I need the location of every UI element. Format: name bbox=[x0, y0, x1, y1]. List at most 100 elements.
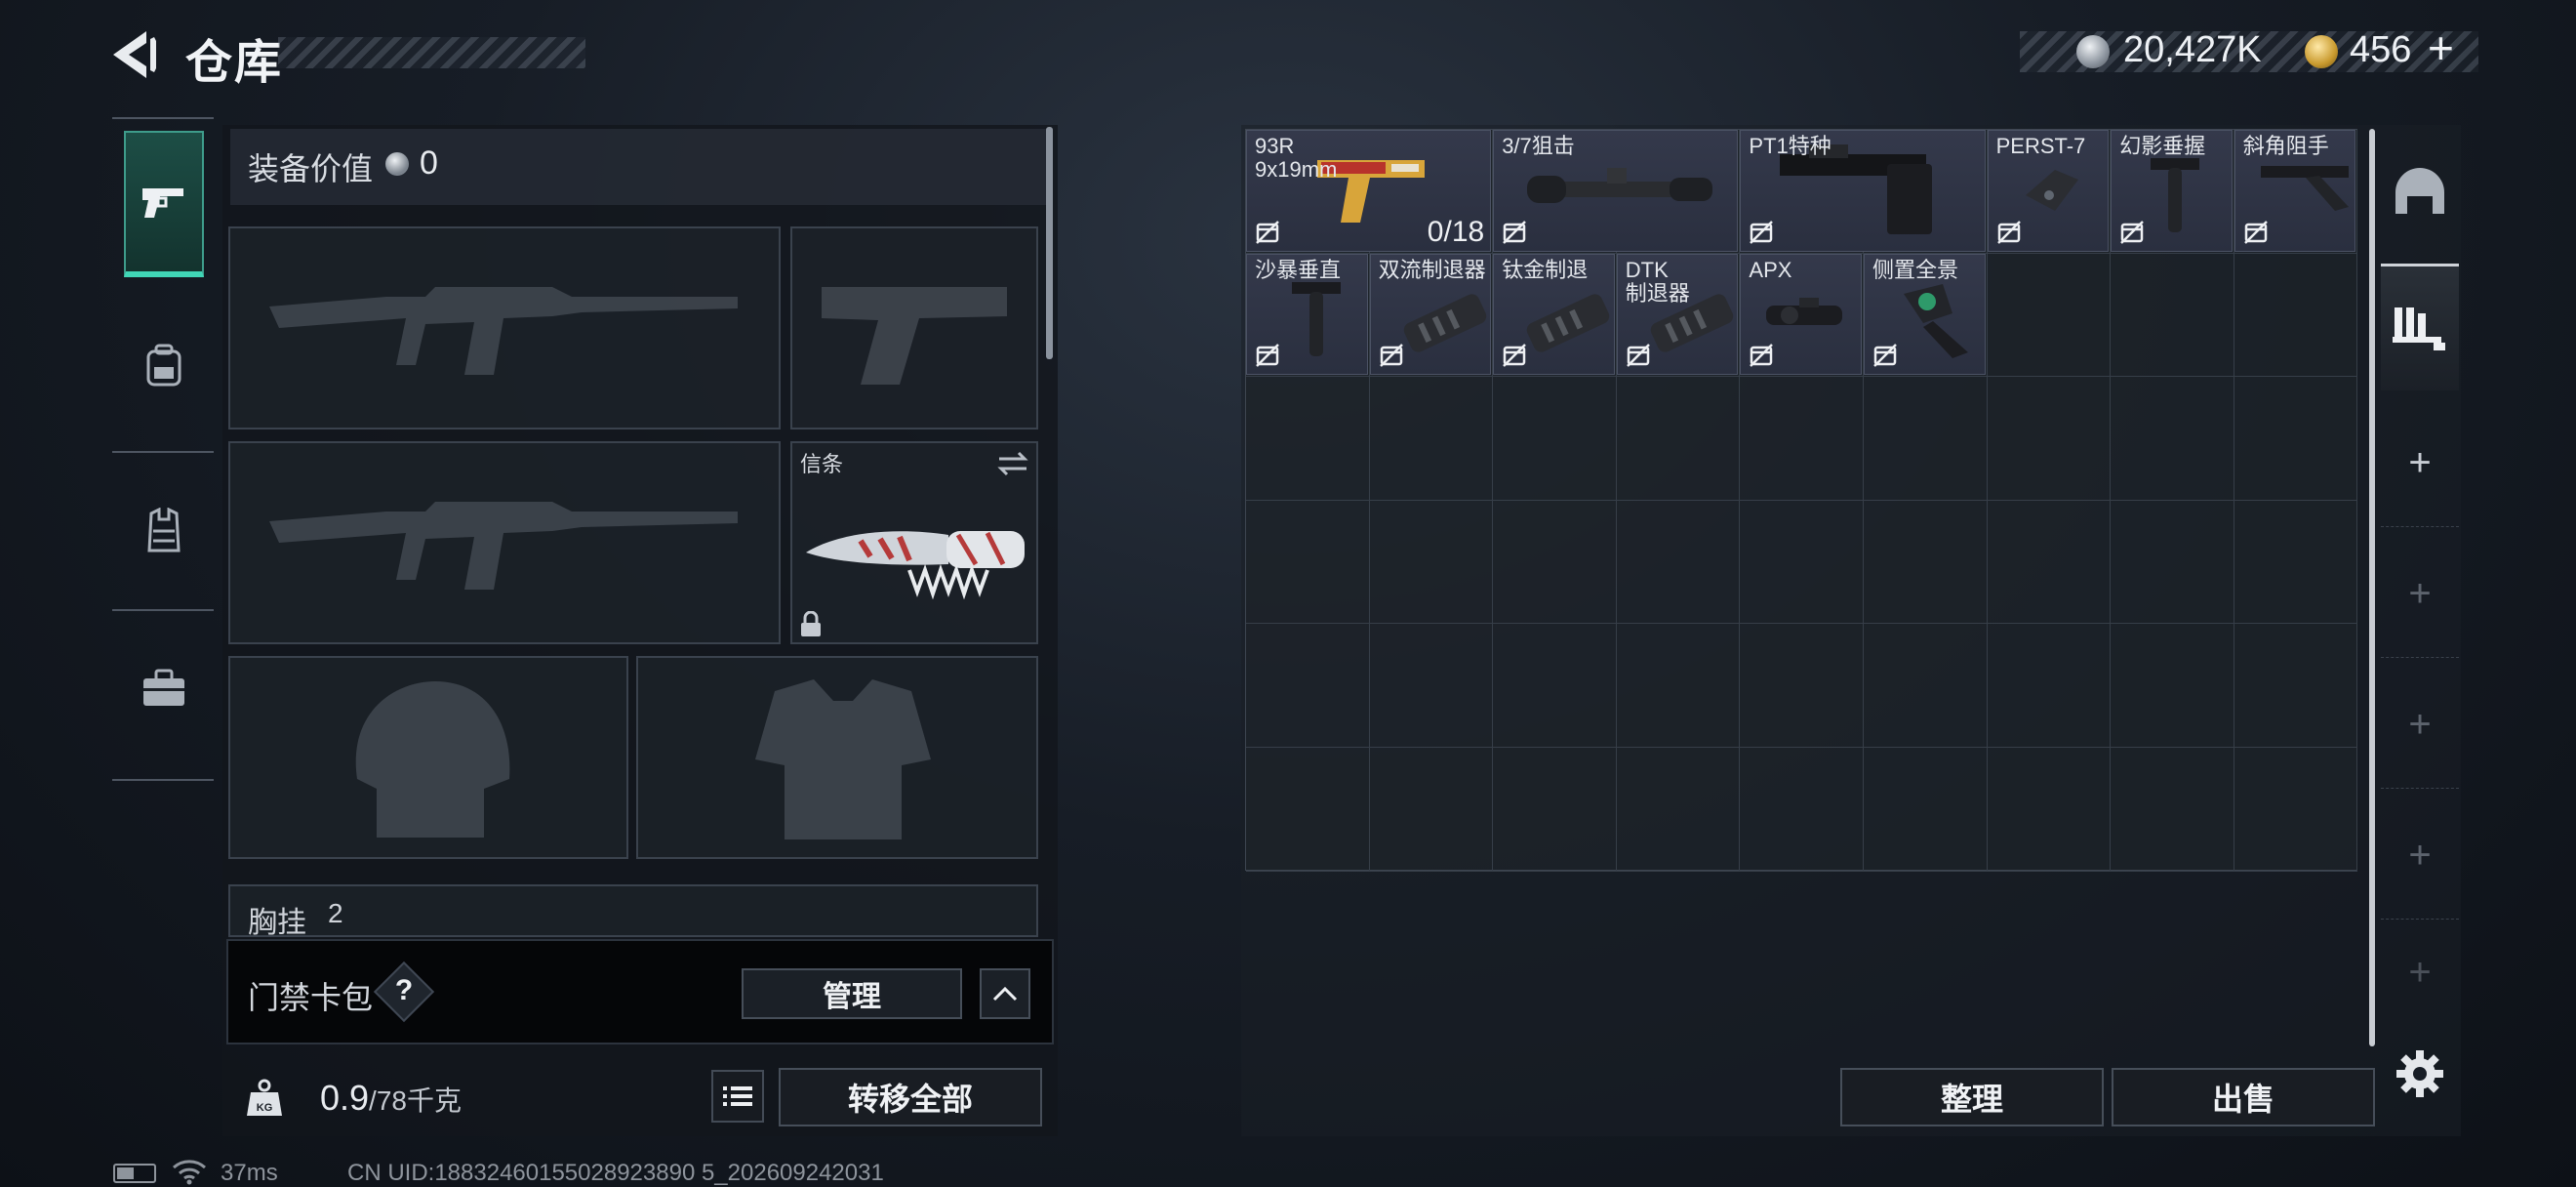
manage-button[interactable]: 管理 bbox=[742, 968, 962, 1019]
vertical-grip-icon bbox=[2141, 150, 2209, 243]
equipment-scrollbar[interactable] bbox=[1046, 127, 1053, 359]
collapse-button[interactable] bbox=[980, 968, 1030, 1019]
stash-item[interactable]: 幻影垂握 bbox=[2111, 130, 2233, 252]
stash-scrollbar[interactable] bbox=[2369, 129, 2375, 1046]
stash-item[interactable]: 沙暴垂直 bbox=[1246, 253, 1368, 376]
stash-item[interactable]: DTK 制退器 bbox=[1616, 253, 1739, 376]
stash-cell[interactable] bbox=[1863, 377, 1988, 501]
stash-cell[interactable] bbox=[1863, 500, 1988, 625]
stash-cell[interactable] bbox=[1616, 500, 1741, 625]
stash-cell[interactable] bbox=[1246, 747, 1370, 872]
stash-item-name: 幻影垂握 bbox=[2119, 134, 2206, 158]
storage-icon bbox=[2393, 307, 2445, 350]
stash-cell[interactable] bbox=[1493, 500, 1617, 625]
melee-slot[interactable]: 信条 bbox=[790, 441, 1038, 644]
stash-item[interactable]: 3/7狙击 bbox=[1493, 130, 1739, 252]
stash-cell[interactable] bbox=[2234, 377, 2358, 501]
secondary-weapon-slot[interactable] bbox=[228, 441, 781, 644]
sidearm-slot[interactable] bbox=[790, 226, 1038, 430]
briefcase-icon bbox=[143, 669, 184, 706]
stash-cell[interactable] bbox=[1493, 377, 1617, 501]
help-icon-glyph: ? bbox=[394, 974, 414, 1006]
list-view-button[interactable] bbox=[711, 1070, 764, 1123]
nav-divider bbox=[112, 779, 214, 781]
stash-cell[interactable] bbox=[2234, 253, 2358, 378]
add-storage-button[interactable]: + bbox=[2381, 400, 2459, 527]
stash-cell[interactable] bbox=[1246, 500, 1370, 625]
stash-cell[interactable] bbox=[1987, 500, 2112, 625]
rail-tab-helmet[interactable] bbox=[2381, 127, 2459, 254]
stash-item-name: DTK 制退器 bbox=[1625, 257, 1690, 306]
stash-cell[interactable] bbox=[2111, 624, 2234, 748]
stash-cell[interactable] bbox=[1987, 624, 2112, 748]
stash-cell[interactable] bbox=[1369, 624, 1494, 748]
nav-divider bbox=[112, 451, 214, 453]
stash-cell[interactable] bbox=[1369, 377, 1494, 501]
stash-cell[interactable] bbox=[1246, 624, 1370, 748]
chest-rig-slot[interactable]: 胸挂 2 bbox=[228, 884, 1038, 937]
add-currency-button[interactable]: + bbox=[2428, 21, 2454, 74]
stash-cell[interactable] bbox=[1987, 747, 2112, 872]
stash-item-name: 钛金制退 bbox=[1502, 257, 1589, 282]
nav-tab-backpack[interactable] bbox=[124, 293, 204, 439]
back-arrow-icon[interactable] bbox=[107, 27, 164, 82]
stash-item[interactable]: 双流制退器 bbox=[1369, 253, 1492, 376]
access-card-label: 门禁卡包 bbox=[248, 980, 374, 1015]
stash-cell[interactable] bbox=[1493, 747, 1617, 872]
stash-cell[interactable] bbox=[2234, 624, 2358, 748]
stash-cell[interactable] bbox=[2111, 253, 2234, 378]
angled-grip-icon bbox=[2251, 156, 2355, 220]
add-storage-button[interactable]: + bbox=[2381, 662, 2459, 789]
stash-cell[interactable] bbox=[2234, 747, 2358, 872]
stash-cell[interactable] bbox=[2111, 377, 2234, 501]
stash-cell[interactable] bbox=[1863, 624, 1988, 748]
body-armor-slot[interactable] bbox=[636, 656, 1038, 859]
stash-cell[interactable] bbox=[1369, 747, 1494, 872]
nav-divider bbox=[112, 117, 214, 119]
add-storage-button[interactable]: + bbox=[2381, 793, 2459, 920]
stash-cell[interactable] bbox=[1740, 747, 1864, 872]
stash-cell[interactable] bbox=[2234, 500, 2358, 625]
transfer-all-button[interactable]: 转移全部 bbox=[779, 1068, 1042, 1126]
stash-item[interactable]: 侧置全景 bbox=[1864, 253, 1986, 376]
stash-cell[interactable] bbox=[2111, 500, 2234, 625]
stash-item[interactable]: PERST-7 bbox=[1987, 130, 2110, 252]
gold-amount: 456 bbox=[2350, 29, 2412, 70]
add-storage-button[interactable]: + bbox=[2381, 531, 2459, 658]
nav-tab-rig[interactable] bbox=[124, 457, 204, 603]
gear-icon[interactable] bbox=[2395, 1048, 2445, 1099]
stash-cell[interactable] bbox=[1246, 377, 1370, 501]
nav-tab-weapons[interactable] bbox=[124, 131, 204, 277]
ping-readout: 37ms bbox=[221, 1160, 278, 1186]
nav-divider bbox=[112, 609, 214, 611]
stash-cell[interactable] bbox=[1616, 747, 1741, 872]
stash-cell[interactable] bbox=[1987, 253, 2112, 378]
equipment-value: 0 bbox=[420, 144, 438, 182]
swap-icon[interactable] bbox=[995, 449, 1030, 478]
stash-item[interactable]: APX bbox=[1740, 253, 1862, 376]
pistol-icon bbox=[142, 188, 183, 218]
stash-cell[interactable] bbox=[1863, 747, 1988, 872]
stash-item[interactable]: PT1特种 bbox=[1740, 130, 1986, 252]
stash-cell[interactable] bbox=[1616, 377, 1741, 501]
stash-cell[interactable] bbox=[2111, 747, 2234, 872]
helmet-slot[interactable] bbox=[228, 656, 628, 859]
stash-cell[interactable] bbox=[1740, 500, 1864, 625]
rail-tab-storage[interactable] bbox=[2381, 264, 2459, 390]
sort-button[interactable]: 整理 bbox=[1840, 1068, 2104, 1126]
stash-cell[interactable] bbox=[1493, 624, 1617, 748]
stash-item[interactable]: 93R 9x19mm 0/18 bbox=[1246, 130, 1492, 252]
add-storage-button[interactable]: + bbox=[2381, 923, 2459, 1021]
gold-coin-icon bbox=[2305, 35, 2338, 68]
stash-cell[interactable] bbox=[1987, 377, 2112, 501]
weight-icon: KG bbox=[234, 1064, 295, 1132]
primary-weapon-slot[interactable] bbox=[228, 226, 781, 430]
sell-button[interactable]: 出售 bbox=[2112, 1068, 2375, 1126]
stash-cell[interactable] bbox=[1616, 624, 1741, 748]
stash-cell[interactable] bbox=[1740, 624, 1864, 748]
stash-item[interactable]: 钛金制退 bbox=[1493, 253, 1615, 376]
stash-item[interactable]: 斜角阻手 bbox=[2234, 130, 2356, 252]
nav-tab-cases[interactable] bbox=[124, 615, 204, 761]
stash-cell[interactable] bbox=[1369, 500, 1494, 625]
stash-cell[interactable] bbox=[1740, 377, 1864, 501]
